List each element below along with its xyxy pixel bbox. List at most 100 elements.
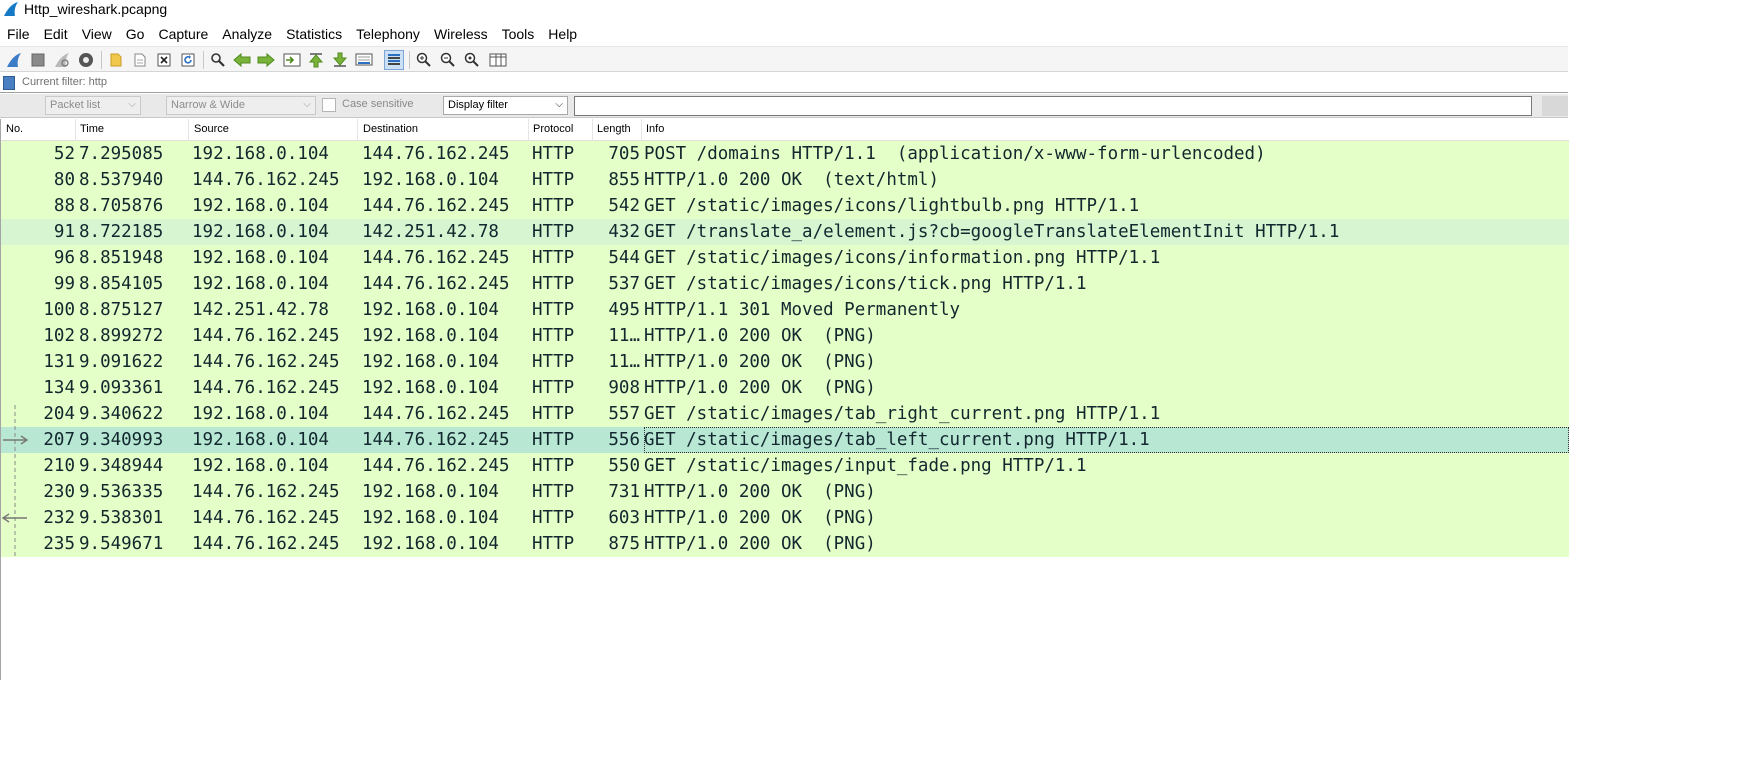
colorize-icon[interactable]: [384, 50, 404, 70]
cell-info: HTTP/1.0 200 OK (PNG): [644, 326, 876, 346]
cell-info: GET /static/images/icons/lightbulb.png H…: [644, 196, 1140, 216]
menu-tools[interactable]: Tools: [495, 23, 542, 45]
cell-protocol: HTTP: [532, 378, 575, 398]
open-file-icon[interactable]: [106, 50, 126, 70]
cell-protocol: HTTP: [532, 170, 575, 190]
menu-analyze[interactable]: Analyze: [215, 23, 279, 45]
menu-file[interactable]: File: [0, 23, 37, 45]
search-type-select[interactable]: Display filter ⌵: [443, 96, 568, 115]
cell-destination: 144.76.162.245: [362, 456, 510, 476]
cell-time: 8.851948: [79, 248, 164, 268]
cell-destination: 192.168.0.104: [362, 352, 499, 372]
column-destination[interactable]: Destination: [363, 123, 418, 135]
table-row[interactable]: 52 7.295085 192.168.0.104 144.76.162.245 HTT…: [1, 141, 1569, 167]
cell-length: 603: [608, 508, 640, 528]
resize-columns-icon[interactable]: [488, 50, 508, 70]
packet-list-header: No. Time Source Destination Protocol Len…: [1, 119, 1569, 141]
cell-destination: 142.251.42.78: [362, 222, 499, 242]
column-time[interactable]: Time: [80, 123, 104, 135]
autoscroll-icon[interactable]: [354, 50, 374, 70]
column-info[interactable]: Info: [646, 123, 664, 135]
start-capture-icon[interactable]: [4, 50, 24, 70]
table-row[interactable]: 99 8.854105 192.168.0.104 144.76.162.245 HTT…: [1, 271, 1569, 297]
table-row[interactable]: 232 9.538301 144.76.162.245 192.168.0.104 HT…: [1, 505, 1569, 531]
find-packet-icon[interactable]: [208, 50, 228, 70]
cell-time: 9.340622: [79, 404, 164, 424]
wireshark-fin-icon: [4, 2, 18, 16]
char-width-select[interactable]: Narrow & Wide ⌵: [166, 96, 316, 115]
table-row[interactable]: 207 9.340993 192.168.0.104 144.76.162.245 HT…: [1, 427, 1569, 453]
find-button[interactable]: [1542, 96, 1568, 116]
packet-list[interactable]: No. Time Source Destination Protocol Len…: [0, 119, 1569, 680]
cell-info: GET /static/images/tab_right_current.png…: [644, 404, 1161, 424]
cell-protocol: HTTP: [532, 482, 575, 502]
column-no[interactable]: No.: [6, 123, 23, 135]
cell-source: 192.168.0.104: [192, 222, 329, 242]
capture-options-icon[interactable]: [76, 50, 96, 70]
table-row[interactable]: 204 9.340622 192.168.0.104 144.76.162.245 HT…: [1, 401, 1569, 427]
cell-time: 8.854105: [79, 274, 164, 294]
menu-edit[interactable]: Edit: [37, 23, 75, 45]
go-back-icon[interactable]: [232, 50, 252, 70]
find-search-input[interactable]: [574, 96, 1532, 116]
cell-destination: 192.168.0.104: [362, 300, 499, 320]
zoom-normal-icon[interactable]: [462, 50, 482, 70]
go-first-icon[interactable]: [306, 50, 326, 70]
menu-view[interactable]: View: [75, 23, 119, 45]
filter-bookmark-icon[interactable]: [3, 76, 15, 90]
column-source[interactable]: Source: [194, 123, 229, 135]
menu-statistics[interactable]: Statistics: [279, 23, 349, 45]
table-row[interactable]: 210 9.348944 192.168.0.104 144.76.162.245 HT…: [1, 453, 1569, 479]
search-in-select[interactable]: Packet list ⌵: [45, 96, 141, 115]
chevron-down-icon: ⌵: [555, 99, 563, 110]
table-row[interactable]: 131 9.091622 144.76.162.245 192.168.0.104 HT…: [1, 349, 1569, 375]
column-protocol[interactable]: Protocol: [533, 123, 573, 135]
cell-length: 705: [608, 144, 640, 164]
cell-time: 9.348944: [79, 456, 164, 476]
zoom-in-icon[interactable]: [414, 50, 434, 70]
cell-time: 8.722185: [79, 222, 164, 242]
cell-time: 7.295085: [79, 144, 164, 164]
display-filter-bar[interactable]: Current filter: http: [0, 73, 1568, 93]
cell-source: 192.168.0.104: [192, 248, 329, 268]
table-row[interactable]: 230 9.536335 144.76.162.245 192.168.0.104 HT…: [1, 479, 1569, 505]
go-forward-icon[interactable]: [256, 50, 276, 70]
table-row[interactable]: 80 8.537940 144.76.162.245 192.168.0.104 HTT…: [1, 167, 1569, 193]
table-row[interactable]: 91 8.722185 192.168.0.104 142.251.42.78 HTTP…: [1, 219, 1569, 245]
cell-info: GET /static/images/tab_left_current.png …: [644, 427, 1569, 453]
table-row[interactable]: 100 8.875127 142.251.42.78 192.168.0.104 HTT…: [1, 297, 1569, 323]
cell-protocol: HTTP: [532, 300, 575, 320]
chevron-down-icon: ⌵: [128, 99, 136, 110]
table-row[interactable]: 134 9.093361 144.76.162.245 192.168.0.104 HT…: [1, 375, 1569, 401]
cell-time: 8.537940: [79, 170, 164, 190]
close-file-icon[interactable]: [154, 50, 174, 70]
cell-source: 192.168.0.104: [192, 404, 329, 424]
cell-info: GET /static/images/icons/tick.png HTTP/1…: [644, 274, 1087, 294]
cell-destination: 144.76.162.245: [362, 430, 510, 450]
cell-protocol: HTTP: [532, 248, 575, 268]
menu-wireless[interactable]: Wireless: [427, 23, 495, 45]
cell-source: 144.76.162.245: [192, 534, 340, 554]
restart-capture-icon[interactable]: [52, 50, 72, 70]
zoom-out-icon[interactable]: [438, 50, 458, 70]
cell-info: HTTP/1.0 200 OK (text/html): [644, 170, 940, 190]
case-sensitive-checkbox[interactable]: [322, 98, 336, 112]
menu-telephony[interactable]: Telephony: [349, 23, 427, 45]
cell-protocol: HTTP: [532, 196, 575, 216]
table-row[interactable]: 96 8.851948 192.168.0.104 144.76.162.245 HTT…: [1, 245, 1569, 271]
table-row[interactable]: 88 8.705876 192.168.0.104 144.76.162.245 HTT…: [1, 193, 1569, 219]
go-last-icon[interactable]: [330, 50, 350, 70]
column-length[interactable]: Length: [597, 123, 631, 135]
cell-time: 8.875127: [79, 300, 164, 320]
reload-file-icon[interactable]: [178, 50, 198, 70]
table-row[interactable]: 235 9.549671 144.76.162.245 192.168.0.104 HT…: [1, 531, 1569, 557]
search-in-value: Packet list: [50, 99, 101, 111]
cell-time: 8.705876: [79, 196, 164, 216]
menu-capture[interactable]: Capture: [151, 23, 215, 45]
stop-capture-icon[interactable]: [28, 50, 48, 70]
save-file-icon[interactable]: [130, 50, 150, 70]
go-to-packet-icon[interactable]: [282, 50, 302, 70]
menu-help[interactable]: Help: [541, 23, 584, 45]
menu-go[interactable]: Go: [119, 23, 152, 45]
table-row[interactable]: 102 8.899272 144.76.162.245 192.168.0.104 HT…: [1, 323, 1569, 349]
